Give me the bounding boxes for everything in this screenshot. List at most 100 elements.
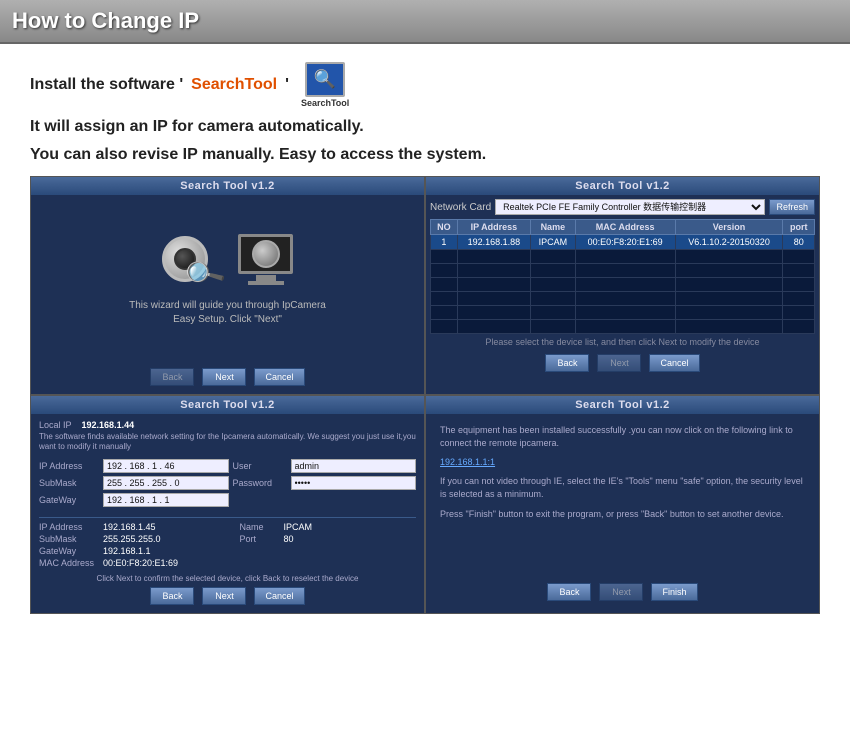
- submask-input[interactable]: [103, 476, 229, 490]
- ip-label: IP Address: [39, 461, 99, 471]
- searchtool-icon-container: SearchTool: [301, 62, 349, 108]
- ip-detail-grid: IP Address 192.168.1.45 Name IPCAM SubMa…: [39, 522, 416, 568]
- intro-line2: It will assign an IP for camera automati…: [30, 118, 820, 136]
- cell-version: V6.1.10.2-20150320: [675, 235, 783, 250]
- panel3-buttons: Back Next Cancel: [39, 583, 416, 607]
- intro-prefix: Install the software ': [30, 76, 183, 94]
- cell-mac: 00:E0:F8:20:E1:69: [575, 235, 675, 250]
- cell-name: IPCAM: [531, 235, 576, 250]
- local-ip-value: 192.168.1.44: [82, 420, 135, 430]
- detail-submask-value: 255.255.255.0: [103, 534, 236, 544]
- ip-divider: [39, 517, 416, 518]
- ip-form-grid: IP Address User SubMask Password GateWay: [39, 459, 416, 507]
- detail-ip-label: IP Address: [39, 522, 99, 532]
- detail-ip-value: 192.168.1.45: [103, 522, 236, 532]
- panel4-finish-button[interactable]: Finish: [651, 583, 697, 601]
- searchtool-icon-label: SearchTool: [301, 98, 349, 108]
- screenshots-grid: Search Tool v1.2 🔍: [30, 176, 820, 614]
- table-row-empty-6: [431, 320, 815, 334]
- intro-line1: Install the software 'SearchTool' Search…: [30, 62, 820, 108]
- nc-label: Network Card: [430, 202, 491, 213]
- panel3-body: Local IP 192.168.1.44 The software finds…: [31, 414, 424, 613]
- success-finish: Press "Finish" button to exit the progra…: [440, 508, 805, 522]
- intro-suffix: ': [285, 76, 289, 94]
- table-row-empty-2: [431, 264, 815, 278]
- panel-wizard: Search Tool v1.2 🔍: [31, 177, 424, 394]
- monitor-cam: [252, 240, 280, 268]
- success-link[interactable]: 192.168.1.1:1: [440, 457, 805, 467]
- panel1-buttons: Back Next Cancel: [35, 362, 420, 390]
- local-ip-label: Local IP: [39, 420, 72, 430]
- intro-line3: You can also revise IP manually. Easy to…: [30, 146, 820, 164]
- panel2-title: Search Tool v1.2: [426, 177, 819, 195]
- page-title: How to Change IP: [12, 8, 199, 33]
- wizard-center: 🔍 This wizard will guide you through IpC…: [35, 199, 420, 362]
- panel3-title: Search Tool v1.2: [31, 396, 424, 414]
- detail-gateway-value: 192.168.1.1: [103, 546, 236, 556]
- panel-ip: Search Tool v1.2 Local IP 192.168.1.44 T…: [31, 396, 424, 613]
- panel2-buttons: Back Next Cancel: [430, 350, 815, 374]
- panel3-cancel-button[interactable]: Cancel: [254, 587, 304, 605]
- password-input[interactable]: [291, 476, 417, 490]
- panel-success: Search Tool v1.2 The equipment has been …: [426, 396, 819, 613]
- refresh-button[interactable]: Refresh: [769, 199, 815, 215]
- monitor-icon: [238, 234, 293, 285]
- panel-search: Search Tool v1.2 Network Card Realtek PC…: [426, 177, 819, 394]
- panel1-next-button[interactable]: Next: [202, 368, 246, 386]
- wizard-icons: 🔍: [162, 234, 293, 285]
- panel1-cancel-button[interactable]: Cancel: [254, 368, 304, 386]
- panel4-title: Search Tool v1.2: [426, 396, 819, 414]
- panel3-bottom-text: Click Next to confirm the selected devic…: [39, 574, 416, 583]
- success-note: If you can not video through IE, select …: [440, 475, 805, 502]
- detail-port-value: 80: [284, 534, 417, 544]
- detail-gateway-label: GateWay: [39, 546, 99, 556]
- th-mac: MAC Address: [575, 220, 675, 235]
- monitor-base: [248, 281, 284, 285]
- panel2-cancel-button[interactable]: Cancel: [649, 354, 699, 372]
- panel4-next-button[interactable]: Next: [599, 583, 643, 601]
- cell-port: 80: [783, 235, 815, 250]
- panel2-body: Network Card Realtek PCIe FE Family Cont…: [426, 195, 819, 394]
- cell-ip: 192.168.1.88: [457, 235, 530, 250]
- ip-input[interactable]: [103, 459, 229, 473]
- panel1-body: 🔍 This wizard will guide you through IpC…: [31, 195, 424, 394]
- detail-submask-label: SubMask: [39, 534, 99, 544]
- th-ip: IP Address: [457, 220, 530, 235]
- cell-no: 1: [431, 235, 458, 250]
- panel2-back-button[interactable]: Back: [545, 354, 589, 372]
- table-row-empty-4: [431, 292, 815, 306]
- detail-mac-value: 00:E0:F8:20:E1:69: [103, 558, 236, 568]
- table-row-empty-1: [431, 250, 815, 264]
- wizard-text: This wizard will guide you through IpCam…: [128, 299, 328, 327]
- th-no: NO: [431, 220, 458, 235]
- ip-info-text: The software finds available network set…: [39, 432, 416, 453]
- panel3-back-button[interactable]: Back: [150, 587, 194, 605]
- cam-magnifier-group: 🔍: [162, 236, 208, 282]
- user-label: User: [233, 461, 287, 471]
- panel4-back-button[interactable]: Back: [547, 583, 591, 601]
- table-body: 1 192.168.1.88 IPCAM 00:E0:F8:20:E1:69 V…: [431, 235, 815, 334]
- monitor-screen: [238, 234, 293, 274]
- table-row[interactable]: 1 192.168.1.88 IPCAM 00:E0:F8:20:E1:69 V…: [431, 235, 815, 250]
- panel2-status: Please select the device list, and then …: [430, 334, 815, 350]
- password-label: Password: [233, 478, 287, 488]
- user-input[interactable]: [291, 459, 417, 473]
- searchtool-icon: [305, 62, 345, 97]
- panel1-back-button[interactable]: Back: [150, 368, 194, 386]
- network-card-row: Network Card Realtek PCIe FE Family Cont…: [430, 199, 815, 215]
- th-version: Version: [675, 220, 783, 235]
- gateway-input[interactable]: [103, 493, 229, 507]
- panel1-title: Search Tool v1.2: [31, 177, 424, 195]
- submask-label: SubMask: [39, 478, 99, 488]
- detail-port-label: Port: [240, 534, 280, 544]
- detail-mac-label: MAC Address: [39, 558, 99, 568]
- panel2-next-button[interactable]: Next: [597, 354, 641, 372]
- panel4-body: The equipment has been installed success…: [426, 414, 819, 613]
- th-name: Name: [531, 220, 576, 235]
- detail-name-label: Name: [240, 522, 280, 532]
- th-port: port: [783, 220, 815, 235]
- device-table: NO IP Address Name MAC Address Version p…: [430, 219, 815, 334]
- gateway-label: GateWay: [39, 495, 99, 505]
- panel3-next-button[interactable]: Next: [202, 587, 246, 605]
- network-card-dropdown[interactable]: Realtek PCIe FE Family Controller 数据传输控制…: [495, 199, 765, 215]
